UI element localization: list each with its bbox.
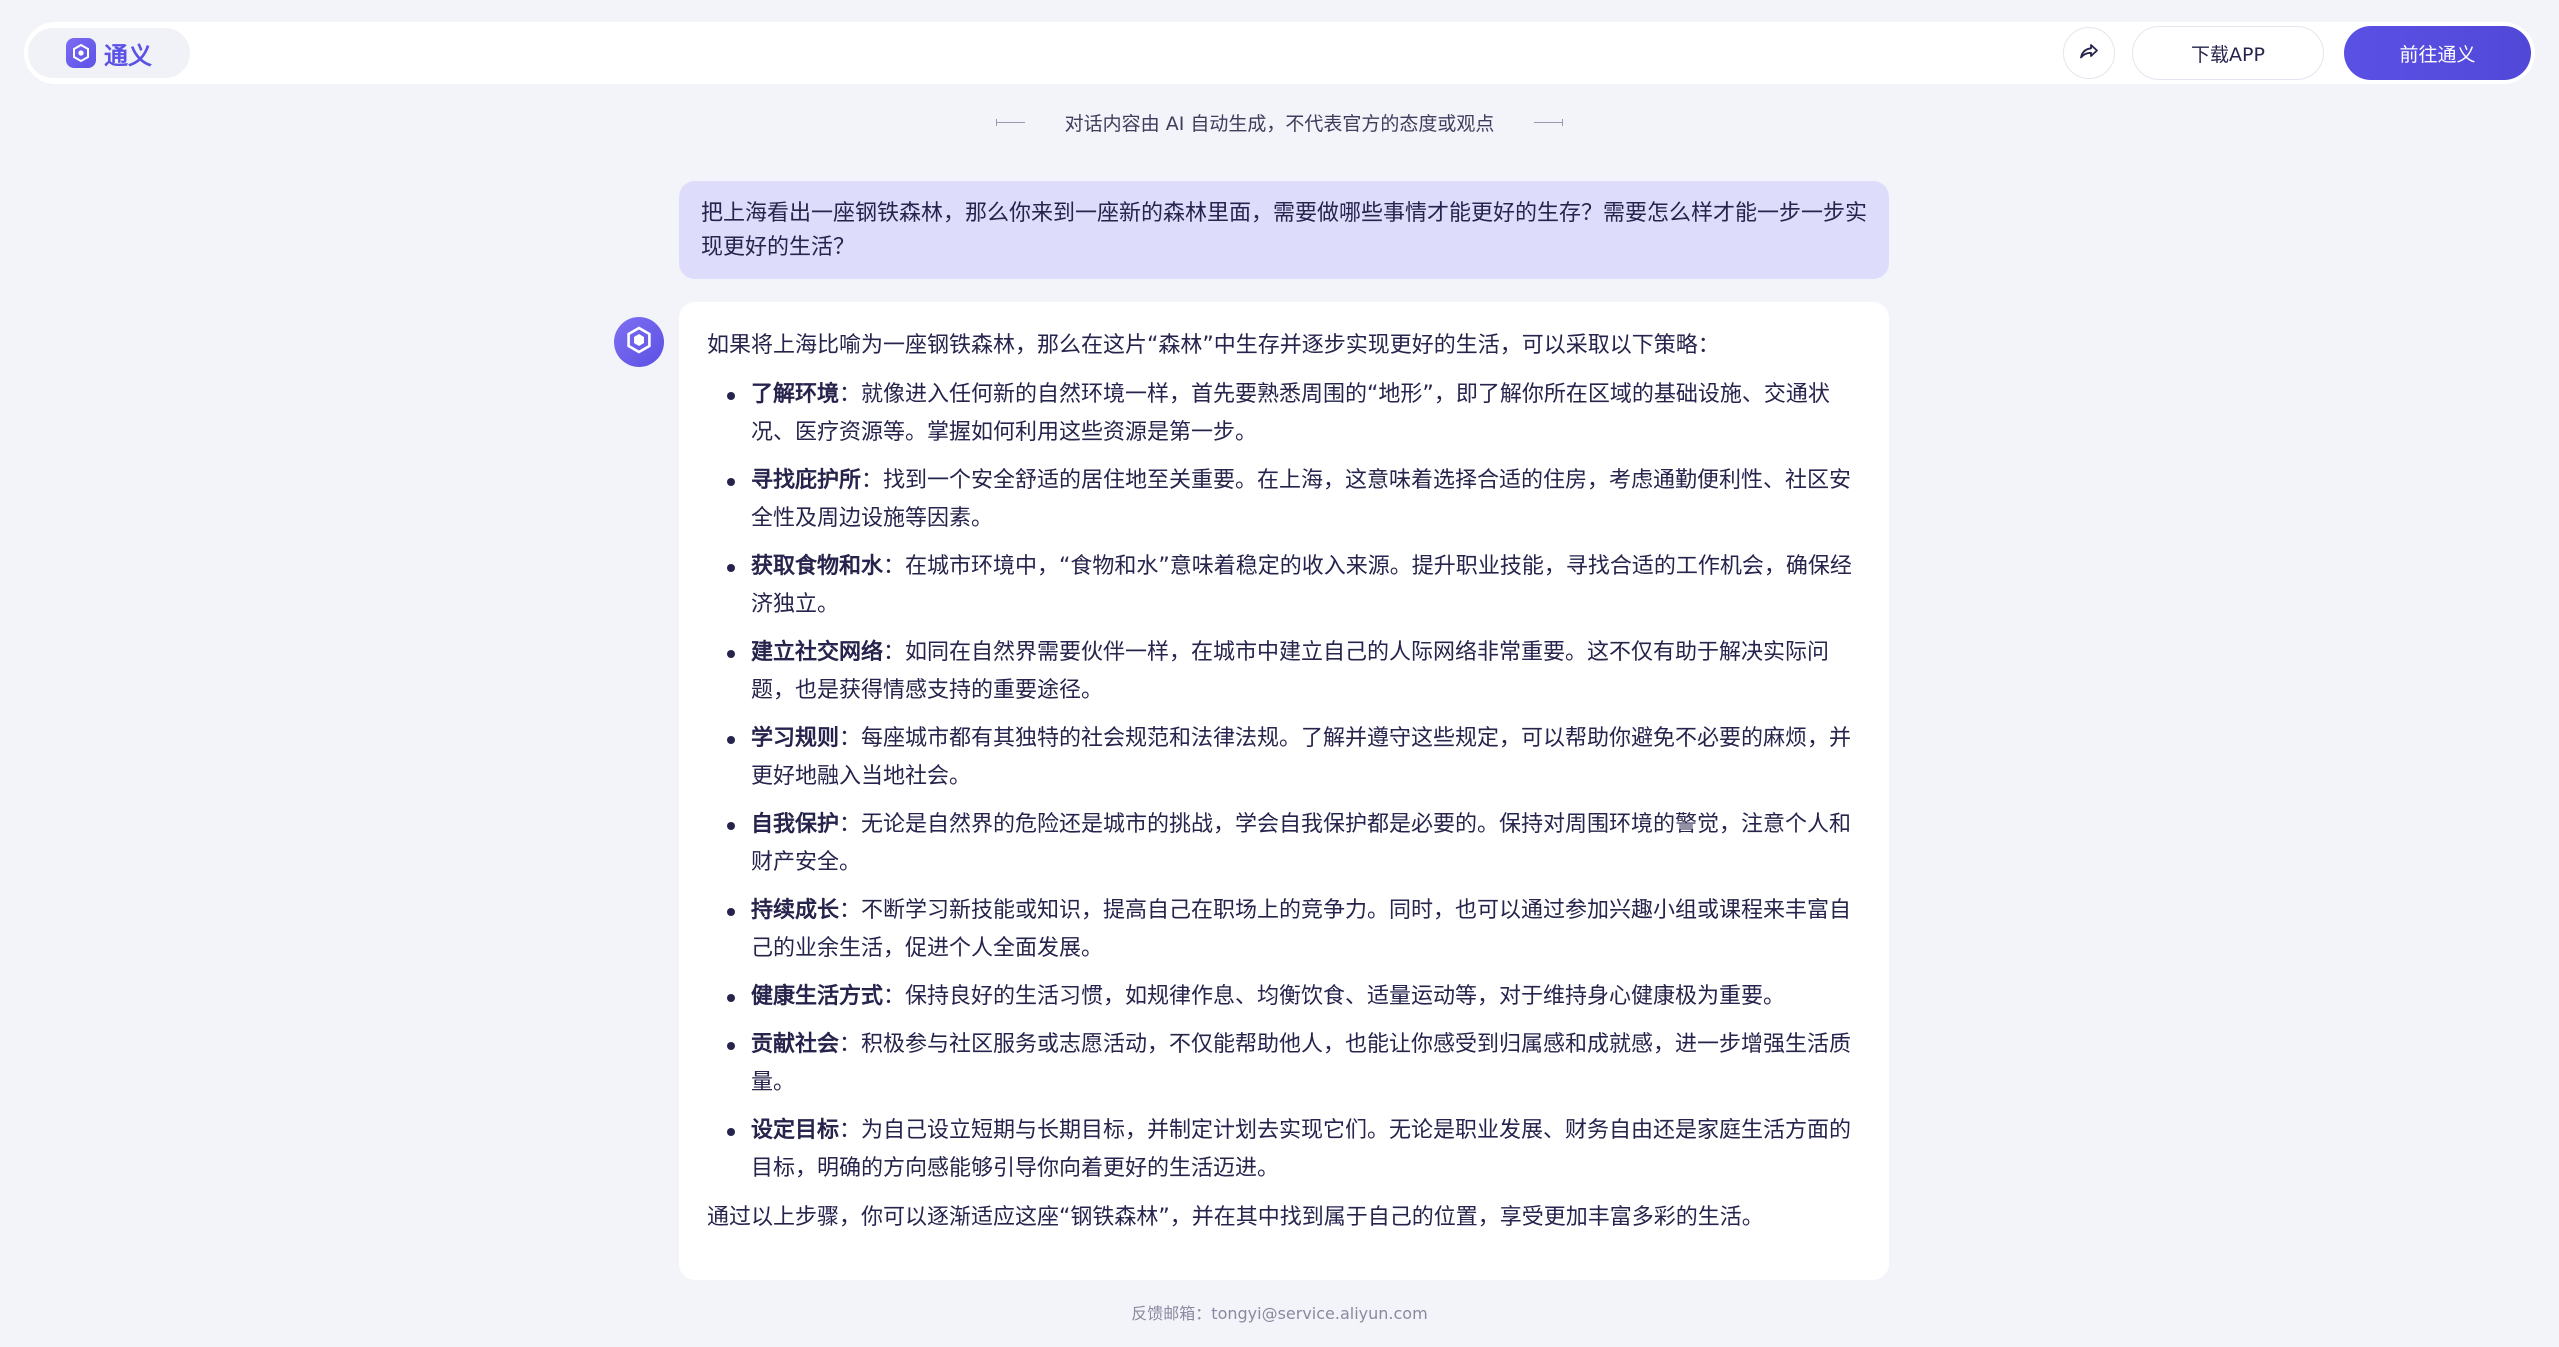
item-term: 设定目标	[751, 1118, 840, 1143]
share-icon	[2078, 40, 2100, 66]
list-item: 寻找庇护所：找到一个安全舒适的居住地至关重要。在上海，这意味着选择合适的住房，考…	[707, 462, 1861, 538]
list-item: 学习规则：每座城市都有其独特的社会规范和法律法规。了解并遵守这些规定，可以帮助你…	[707, 720, 1861, 796]
divider-right	[1534, 118, 1564, 126]
item-desc: ：每座城市都有其独特的社会规范和法律法规。了解并遵守这些规定，可以帮助你避免不必…	[751, 726, 1852, 789]
share-button[interactable]	[2063, 27, 2115, 79]
user-message: 把上海看出一座钢铁森林，那么你来到一座新的森林里面，需要做哪些事情才能更好的生存…	[679, 181, 1889, 279]
item-term: 持续成长	[751, 898, 840, 923]
assistant-message: 如果将上海比喻为一座钢铁森林，那么在这片“森林”中生存并逐步实现更好的生活，可以…	[679, 302, 1889, 1280]
list-item: 贡献社会：积极参与社区服务或志愿活动，不仅能帮助他人，也能让你感受到归属感和成就…	[707, 1026, 1861, 1102]
item-term: 寻找庇护所	[751, 468, 862, 493]
ai-disclaimer: 对话内容由 AI 自动生成，不代表官方的态度或观点	[0, 106, 2559, 138]
item-term: 了解环境	[751, 382, 840, 407]
download-app-button[interactable]: 下载APP	[2132, 26, 2324, 80]
answer-intro: 如果将上海比喻为一座钢铁森林，那么在这片“森林”中生存并逐步实现更好的生活，可以…	[707, 333, 1720, 358]
list-item: 自我保护：无论是自然界的危险还是城市的挑战，学会自我保护都是必要的。保持对周围环…	[707, 806, 1861, 882]
answer-outro: 通过以上步骤，你可以逐渐适应这座“钢铁森林”，并在其中找到属于自己的位置，享受更…	[707, 1205, 1764, 1230]
item-desc: ：积极参与社区服务或志愿活动，不仅能帮助他人，也能让你感受到归属感和成就感，进一…	[751, 1032, 1852, 1095]
list-item: 了解环境：就像进入任何新的自然环境一样，首先要熟悉周围的“地形”，即了解你所在区…	[707, 376, 1861, 452]
brand-name: 通义	[104, 41, 152, 70]
item-desc: ：为自己设立短期与长期目标，并制定计划去实现它们。无论是职业发展、财务自由还是家…	[751, 1118, 1852, 1181]
assistant-avatar	[614, 317, 664, 367]
tongyi-logo-icon	[66, 38, 96, 68]
item-desc: ：不断学习新技能或知识，提高自己在职场上的竞争力。同时，也可以通过参加兴趣小组或…	[751, 898, 1852, 961]
divider-left	[995, 118, 1025, 126]
item-desc: ：就像进入任何新的自然环境一样，首先要熟悉周围的“地形”，即了解你所在区域的基础…	[751, 382, 1830, 445]
feedback-email[interactable]: 反馈邮箱：tongyi@service.aliyun.com	[0, 1300, 2559, 1328]
item-term: 获取食物和水	[751, 554, 884, 579]
list-item: 持续成长：不断学习新技能或知识，提高自己在职场上的竞争力。同时，也可以通过参加兴…	[707, 892, 1861, 968]
item-desc: ：如同在自然界需要伙伴一样，在城市中建立自己的人际网络非常重要。这不仅有助于解决…	[751, 640, 1830, 703]
disclaimer-text: 对话内容由 AI 自动生成，不代表官方的态度或观点	[1064, 112, 1495, 135]
list-item: 设定目标：为自己设立短期与长期目标，并制定计划去实现它们。无论是职业发展、财务自…	[707, 1112, 1861, 1188]
top-bar: 通义 下载APP 前往通义	[24, 22, 2535, 84]
item-term: 建立社交网络	[751, 640, 884, 665]
item-desc: ：找到一个安全舒适的居住地至关重要。在上海，这意味着选择合适的住房，考虑通勤便利…	[751, 468, 1852, 531]
item-desc: ：保持良好的生活习惯，如规律作息、均衡饮食、适量运动等，对于维持身心健康极为重要…	[883, 984, 1786, 1009]
brand-logo[interactable]: 通义	[28, 28, 190, 78]
item-desc: ：无论是自然界的危险还是城市的挑战，学会自我保护都是必要的。保持对周围环境的警觉…	[751, 812, 1852, 875]
item-term: 贡献社会	[751, 1032, 840, 1057]
item-term: 健康生活方式	[751, 984, 884, 1009]
list-item: 获取食物和水：在城市环境中，“食物和水”意味着稳定的收入来源。提升职业技能，寻找…	[707, 548, 1861, 624]
assistant-avatar-icon	[624, 325, 654, 359]
user-message-text: 把上海看出一座钢铁森林，那么你来到一座新的森林里面，需要做哪些事情才能更好的生存…	[701, 201, 1868, 260]
goto-tongyi-button[interactable]: 前往通义	[2344, 26, 2531, 80]
item-term: 学习规则	[751, 726, 840, 751]
list-item: 建立社交网络：如同在自然界需要伙伴一样，在城市中建立自己的人际网络非常重要。这不…	[707, 634, 1861, 710]
item-term: 自我保护	[751, 812, 840, 837]
list-item: 健康生活方式：保持良好的生活习惯，如规律作息、均衡饮食、适量运动等，对于维持身心…	[707, 978, 1861, 1016]
item-desc: ：在城市环境中，“食物和水”意味着稳定的收入来源。提升职业技能，寻找合适的工作机…	[751, 554, 1852, 617]
answer-list: 了解环境：就像进入任何新的自然环境一样，首先要熟悉周围的“地形”，即了解你所在区…	[707, 376, 1861, 1188]
